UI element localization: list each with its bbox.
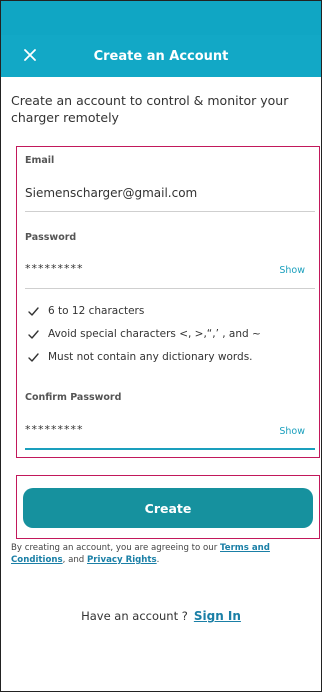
- create-button-container: Create: [16, 475, 320, 539]
- confirm-password-show-toggle[interactable]: Show: [279, 426, 305, 437]
- app-bar: Create an Account: [1, 35, 321, 77]
- terms-text: By creating an account, you are agreeing…: [11, 542, 317, 566]
- check-icon: [27, 351, 39, 363]
- screen: Create an Account Create an account to c…: [0, 0, 322, 692]
- status-bar: [1, 1, 321, 35]
- signin-prompt: Have an account ?: [81, 609, 188, 623]
- create-button[interactable]: Create: [23, 488, 313, 528]
- password-underline: [25, 288, 315, 289]
- password-field[interactable]: *********: [25, 262, 84, 275]
- email-underline: [25, 211, 315, 212]
- email-field[interactable]: Siemenscharger@gmail.com: [25, 186, 197, 200]
- password-label: Password: [25, 232, 77, 243]
- page-title: Create an Account: [93, 48, 229, 64]
- terms-middle: , and: [62, 555, 87, 565]
- confirm-password-label: Confirm Password: [25, 392, 122, 403]
- confirm-password-field[interactable]: *********: [25, 423, 84, 436]
- requirement-text: 6 to 12 characters: [48, 305, 145, 317]
- terms-suffix: .: [156, 555, 160, 565]
- signin-row: Have an account ? Sign In: [1, 609, 321, 623]
- requirement-text: Must not contain any dictionary words.: [48, 351, 253, 363]
- requirement-text: Avoid special characters <, >,“,’ , and …: [48, 328, 261, 340]
- requirement-item: Avoid special characters <, >,“,’ , and …: [27, 328, 261, 340]
- terms-prefix: By creating an account, you are agreeing…: [11, 543, 221, 553]
- requirement-item: Must not contain any dictionary words.: [27, 351, 253, 363]
- password-show-toggle[interactable]: Show: [279, 265, 305, 276]
- email-label: Email: [25, 155, 55, 166]
- privacy-link[interactable]: Privacy Rights: [87, 555, 157, 565]
- check-icon: [27, 328, 39, 340]
- intro-text: Create an account to control & monitor y…: [11, 93, 289, 125]
- close-icon: [24, 49, 36, 61]
- confirm-password-underline: [25, 448, 315, 450]
- check-icon: [27, 305, 39, 317]
- signin-link[interactable]: Sign In: [194, 609, 241, 623]
- requirement-item: 6 to 12 characters: [27, 305, 144, 317]
- close-button[interactable]: [19, 44, 41, 66]
- account-form: Email Siemenscharger@gmail.com Password …: [16, 146, 320, 458]
